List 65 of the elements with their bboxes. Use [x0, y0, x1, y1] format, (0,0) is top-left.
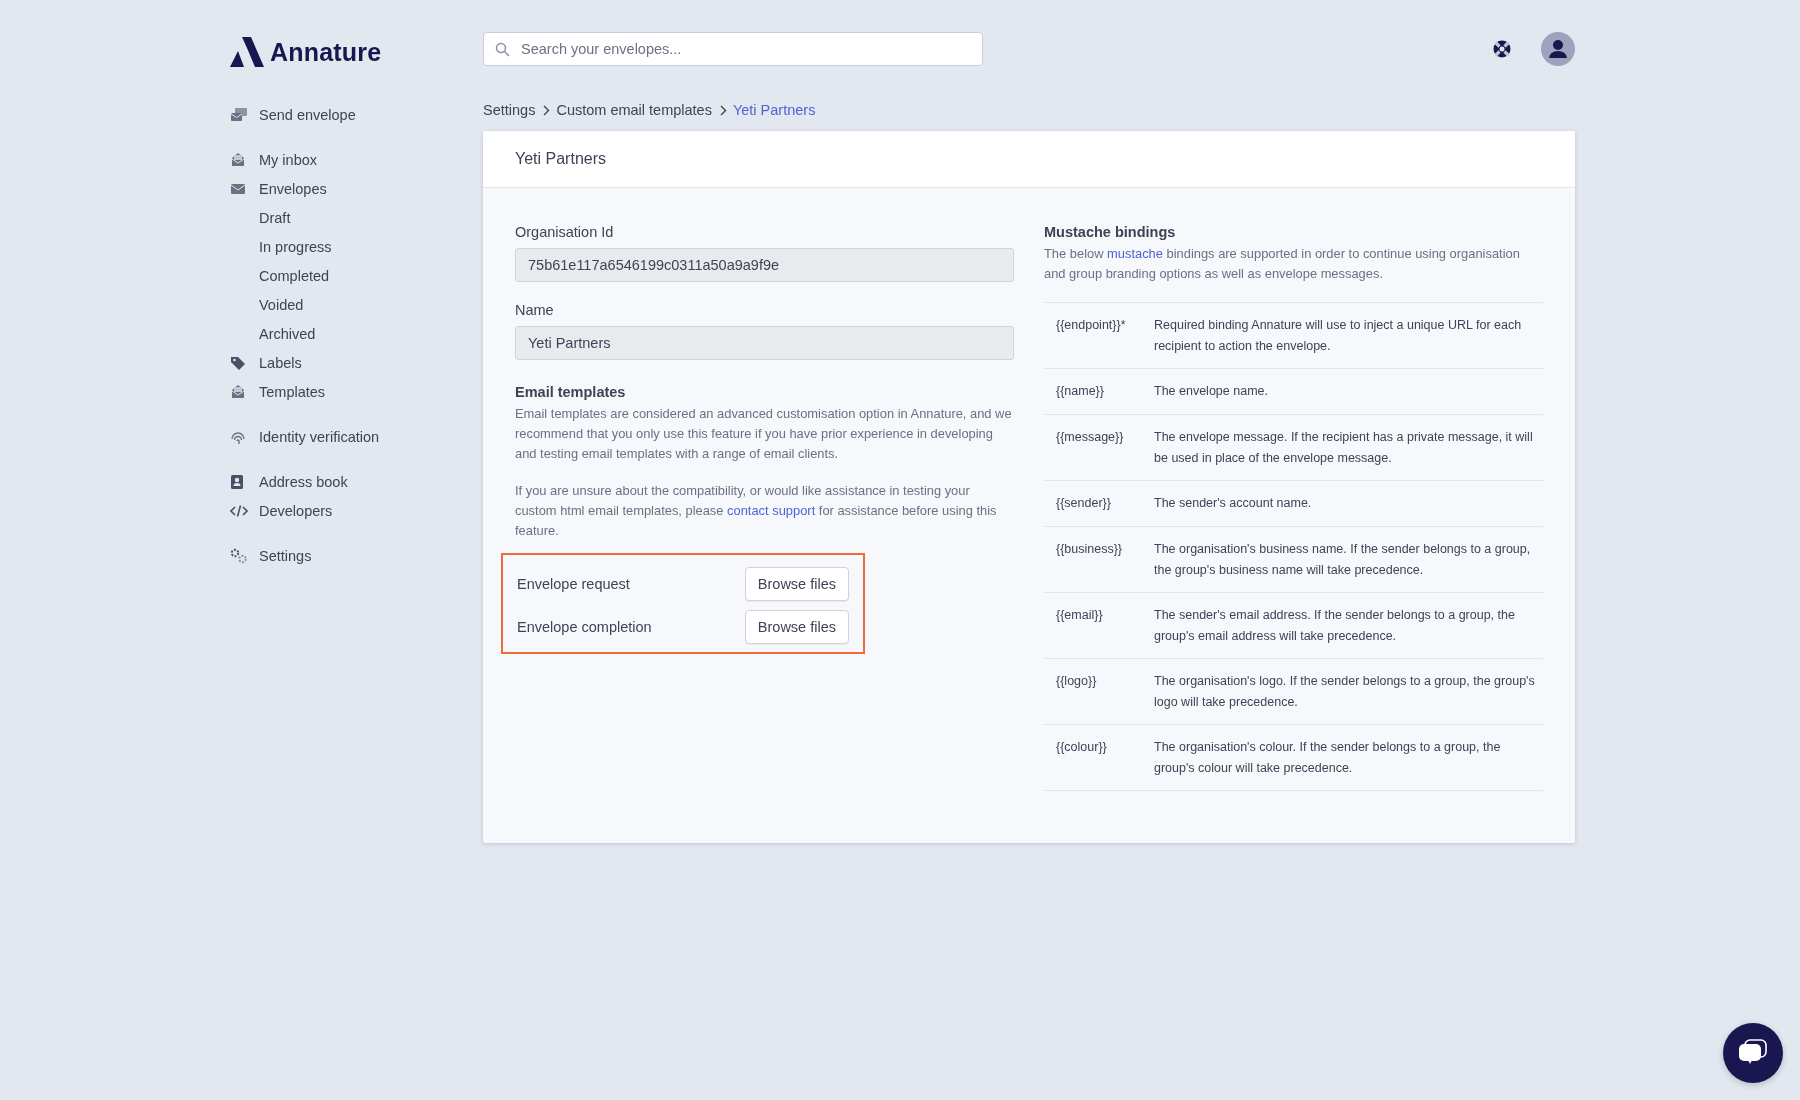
- binding-description: Required binding Annature will use to inject a unique URL for each recipient to action the envelope.: [1154, 316, 1523, 355]
- field-label: Organisation Id: [515, 224, 615, 240]
- envelopes-icon: [230, 106, 248, 123]
- docs-link[interactable]: mustache: [1107, 246, 1163, 261]
- sidebar-item[interactable]: My inbox: [259, 151, 318, 168]
- binding-description: The envelope message. If the recipient has a private message, it will be used in place of the envelope message.: [1154, 428, 1534, 467]
- section-heading: Mustache bindings: [1044, 224, 1177, 240]
- binding-description: The organisation's business name. If the sender belongs to a group, the group's business name will take precedence.: [1154, 540, 1532, 579]
- chevron-icon: [719, 104, 727, 116]
- browse-button[interactable]: Browse files: [744, 566, 849, 601]
- binding-description: The organisation's logo. If the sender belongs to a group, the group's logo will take precedence.: [1154, 672, 1536, 711]
- inbox-icon: [230, 383, 246, 400]
- inbox-icon: [230, 151, 246, 168]
- binding-description: The organisation's colour. If the sender belongs to a group, the group's colour will take precedence.: [1154, 738, 1502, 777]
- section-heading: Email templates: [515, 384, 627, 400]
- sidebar-item[interactable]: Labels: [259, 354, 302, 371]
- brand-name: Annature: [270, 37, 382, 67]
- sidebar-item[interactable]: Settings: [259, 547, 312, 564]
- sidebar-item[interactable]: Envelopes: [259, 180, 327, 197]
- binding-description: The sender's account name.: [1154, 494, 1313, 512]
- card-title: Yeti Partners: [515, 150, 606, 168]
- binding-key: {{email}}: [1056, 604, 1154, 647]
- sidebar-item[interactable]: Templates: [259, 383, 326, 400]
- upload-label: Envelope request: [517, 575, 630, 592]
- field-label: Name: [515, 302, 555, 318]
- search-field[interactable]: Search your envelopes...: [483, 32, 983, 66]
- sidebar-item[interactable]: Address book: [259, 473, 348, 490]
- breadcrumb-link[interactable]: Custom email templates: [556, 102, 712, 118]
- help-text: If you are unsure about the compatibility, or would like assistance in testing your custom html email templates, please contact support for assistance before using this feature.: [515, 482, 998, 540]
- sidebar-item[interactable]: Identity verification: [259, 428, 380, 445]
- binding-key: {{sender}}: [1056, 492, 1154, 515]
- search-icon: [495, 42, 510, 57]
- binding-key: {{message}}: [1056, 426, 1154, 469]
- code-icon: [230, 503, 248, 518]
- binding-key: {{colour}}: [1056, 736, 1154, 779]
- contact-book-icon: [230, 473, 244, 490]
- sidebar-subitem[interactable]: Voided: [259, 296, 304, 313]
- readonly-field[interactable]: Yeti Partners: [515, 326, 1014, 360]
- sidebar-subitem[interactable]: Archived: [259, 325, 316, 342]
- sidebar-item[interactable]: Developers: [259, 502, 333, 519]
- avatar-icon[interactable]: [1541, 32, 1575, 66]
- breadcrumb-link[interactable]: Settings: [483, 102, 536, 118]
- sidebar-subitem[interactable]: In progress: [259, 238, 332, 255]
- upload-label: Envelope completion: [517, 618, 652, 635]
- help-text: The below mustache bindings are supported in order to continue using organisation and group branding options as well as envelope messages.: [1044, 245, 1521, 283]
- sidebar-subitem[interactable]: Draft: [259, 209, 291, 226]
- chevron-icon: [543, 104, 551, 116]
- readonly-field[interactable]: 75b61e117a6546199c0311a50a9a9f9e: [515, 248, 1014, 282]
- binding-key: {{endpoint}}*: [1056, 314, 1154, 357]
- binding-description: The sender's email address. If the sender belongs to a group, the group's email address will take precedence.: [1154, 606, 1516, 645]
- support-link[interactable]: contact support: [727, 503, 816, 519]
- envelope-icon: [230, 181, 246, 196]
- binding-key: {{logo}}: [1056, 670, 1154, 713]
- binding-description: The envelope name.: [1154, 382, 1269, 400]
- sidebar-subitem[interactable]: Completed: [259, 267, 330, 284]
- logo-icon: [230, 37, 264, 67]
- browse-button[interactable]: Browse files: [744, 609, 849, 644]
- help-text: Email templates are considered an advanced customisation option in Annature, and we recommend that you only use this feature if you have prior experience in developing and testing email templates with a range of email clients.: [515, 405, 1013, 463]
- chat-button[interactable]: [1723, 1023, 1783, 1083]
- binding-key: {{business}}: [1056, 538, 1154, 581]
- sidebar-item[interactable]: Send envelope: [259, 106, 356, 123]
- binding-key: {{name}}: [1056, 380, 1154, 403]
- tag-icon: [230, 354, 246, 371]
- breadcrumb-current[interactable]: Yeti Partners: [732, 102, 816, 118]
- lifebuoy-icon[interactable]: [1493, 40, 1511, 58]
